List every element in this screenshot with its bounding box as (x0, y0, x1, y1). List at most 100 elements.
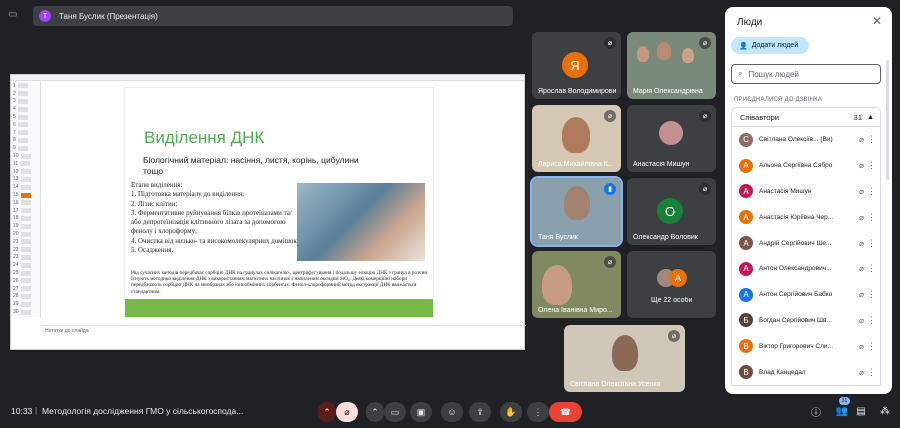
slide-thumbnail[interactable]: 8 (11, 137, 40, 145)
participant-row[interactable]: Б Богдан Сергійович Шв... ⌀ ⋮ (732, 308, 880, 334)
more-vert-icon[interactable]: ⋮ (867, 341, 876, 352)
slide-thumbnail[interactable]: 4 (11, 105, 40, 113)
participant-tile[interactable]: ⌀ Анастасія Мишун (627, 105, 716, 172)
more-vert-icon[interactable]: ⋮ (867, 263, 876, 274)
slide-thumbnail[interactable]: 13 (11, 176, 40, 184)
slide-thumbnail[interactable]: 19 (11, 222, 40, 230)
mic-off-icon[interactable]: ⌀ (859, 187, 864, 196)
slide-thumbnail[interactable]: 26 (11, 277, 40, 285)
more-vert-icon[interactable]: ⋮ (867, 367, 876, 378)
participant-row[interactable]: А Анастасія Юріївна Чер... ⌀ ⋮ (732, 204, 880, 230)
slide-thumbnail[interactable]: 21 (11, 238, 40, 246)
participant-tile-speaking[interactable]: ▮ Таня Буслик (530, 176, 623, 247)
participant-row[interactable]: А Альона Сергіївна Сябро ⌀ ⋮ (732, 153, 880, 179)
more-vert-icon[interactable]: ⋮ (867, 212, 876, 223)
mic-options-button[interactable]: ⌃ (318, 402, 336, 422)
slide-thumbnail[interactable]: 28 (11, 293, 40, 301)
mic-off-icon[interactable]: ⌀ (859, 368, 864, 377)
captions-button[interactable]: ▣ (410, 402, 432, 422)
slide-thumbnail[interactable]: 20 (11, 230, 40, 238)
speaker-notes[interactable]: Нотатки до слайда (41, 325, 526, 350)
slide-thumbnail[interactable]: 12 (11, 168, 40, 176)
mic-off-icon[interactable]: ⌀ (859, 135, 864, 144)
group-collaborators[interactable]: Співавтори 31 ▲ (731, 107, 881, 127)
slide-thumbnail[interactable]: 10 (11, 152, 40, 160)
participant-row[interactable]: А Анастасія Мишун ⌀ ⋮ (732, 179, 880, 205)
participant-row[interactable]: А Антон Сергійович Бабко ⌀ ⋮ (732, 282, 880, 308)
mic-off-icon[interactable]: ⌀ (859, 342, 864, 351)
present-button[interactable]: ⇪ (469, 402, 491, 422)
slide-thumbnail[interactable]: 27 (11, 285, 40, 293)
participant-name: Олена Іванівна Миро... (538, 307, 613, 314)
self-view-tile[interactable]: ⌀ Світлана Олексіївна Усенко (564, 325, 685, 392)
slide-thumbnail[interactable]: 6 (11, 121, 40, 129)
slide-thumbnail[interactable]: 25 (11, 269, 40, 277)
presenter-avatar: Т (39, 10, 51, 22)
participant-row[interactable]: А Антон Олександрович... ⌀ ⋮ (732, 256, 880, 282)
activities-icon[interactable]: ⁂ (877, 403, 893, 419)
participant-tile[interactable]: ⌀ Марія Олександрівна (627, 32, 716, 99)
slide-thumbnail[interactable]: 7 (11, 129, 40, 137)
participant-row[interactable]: С Світлана Олексіїв... (Ви) ⌀ ⋮ (732, 127, 880, 153)
search-people-input[interactable]: ⌕ Пошук людей (731, 64, 881, 84)
leave-call-button[interactable]: ☎ (549, 402, 582, 422)
slide-thumbnail[interactable]: 11 (11, 160, 40, 168)
camera-icon: ▭ (390, 406, 400, 417)
slide-thumbnail[interactable]: 15 (11, 191, 40, 199)
more-vert-icon[interactable]: ⋮ (867, 238, 876, 249)
mic-off-icon[interactable]: ⌀ (859, 161, 864, 170)
participant-row[interactable]: А Андрій Сергійович Ше... ⌀ ⋮ (732, 230, 880, 256)
thumbnail-preview (20, 239, 31, 245)
camera-options-button[interactable]: ⌃ (366, 402, 384, 422)
info-icon[interactable]: ⓘ (808, 403, 824, 419)
slide-thumbnail[interactable]: 9 (11, 144, 40, 152)
thumbnail-number: 11 (13, 160, 19, 167)
slide-thumbnail[interactable]: 1 (11, 82, 40, 90)
participant-tile[interactable]: ⌀ Олена Іванівна Миро... (532, 251, 621, 318)
slide-thumbnail[interactable]: 24 (11, 261, 40, 269)
mic-off-icon[interactable]: ⌀ (859, 290, 864, 299)
mic-off-icon[interactable]: ⌀ (859, 316, 864, 325)
slide-thumbnail[interactable]: 14 (11, 183, 40, 191)
slide-thumbnail[interactable]: 5 (11, 113, 40, 121)
mic-off-icon[interactable]: ⌀ (859, 239, 864, 248)
slide-thumbnail[interactable]: 3 (11, 98, 40, 106)
participant-tile[interactable]: Я ⌀ Ярослав Володимирович (532, 32, 621, 99)
slide-thumbnail[interactable]: 17 (11, 207, 40, 215)
add-people-button[interactable]: 👤 Додати людей (731, 37, 809, 54)
participant-tile[interactable]: О ⌀ Олександр Воловик (627, 178, 716, 245)
panel-scrollbar[interactable] (886, 60, 889, 180)
thumbnail-number: 3 (13, 98, 16, 105)
more-vert-icon[interactable]: ⋮ (867, 289, 876, 300)
participant-name: Анастасія Юріївна Чер... (759, 213, 834, 221)
slide-thumbnails[interactable]: 1 2 3 4 5 6 7 8 9 10 11 12 13 14 15 16 17 18 19 20 21 22 23 24 2… (11, 82, 41, 317)
close-icon[interactable]: ✕ (872, 14, 882, 28)
slide-thumbnail[interactable]: 16 (11, 199, 40, 207)
avatar: А (669, 269, 687, 287)
more-vert-icon[interactable]: ⋮ (867, 160, 876, 171)
camera-button[interactable]: ▭ (384, 402, 406, 422)
slide-thumbnail[interactable]: 29 (11, 300, 40, 308)
raise-hand-button[interactable]: ✋ (500, 402, 522, 422)
chat-icon[interactable]: ▤ (853, 403, 869, 419)
slide-thumbnail[interactable]: 2 (11, 90, 40, 98)
presenter-chip[interactable]: Т Таня Буслик (Презентація) (33, 6, 513, 26)
mic-off-icon[interactable]: ⌀ (859, 213, 864, 222)
more-options-button[interactable]: ⋮ (527, 402, 549, 422)
people-icon[interactable]: 👥 (834, 403, 850, 419)
participant-row[interactable]: В Віктор Григорович Сли... ⌀ ⋮ (732, 333, 880, 359)
mic-toggle-button[interactable]: ⌀ (336, 402, 358, 422)
participant-row[interactable]: В Влад Канцедал ⌀ ⋮ (732, 359, 880, 385)
more-vert-icon[interactable]: ⋮ (867, 186, 876, 197)
more-vert-icon[interactable]: ⋮ (867, 315, 876, 326)
slide-thumbnail[interactable]: 23 (11, 254, 40, 262)
more-participants-tile[interactable]: А Ще 22 особи (627, 251, 716, 318)
thumbnail-number: 14 (13, 184, 19, 191)
slide-thumbnail[interactable]: 18 (11, 215, 40, 223)
slide-thumbnail[interactable]: 30 (11, 308, 40, 316)
participant-tile[interactable]: ⌀ Лариса Михайлівна К... (532, 105, 621, 172)
mic-off-icon[interactable]: ⌀ (859, 264, 864, 273)
more-vert-icon[interactable]: ⋮ (867, 134, 876, 145)
slide-thumbnail[interactable]: 22 (11, 246, 40, 254)
emoji-button[interactable]: ☺ (441, 402, 463, 422)
